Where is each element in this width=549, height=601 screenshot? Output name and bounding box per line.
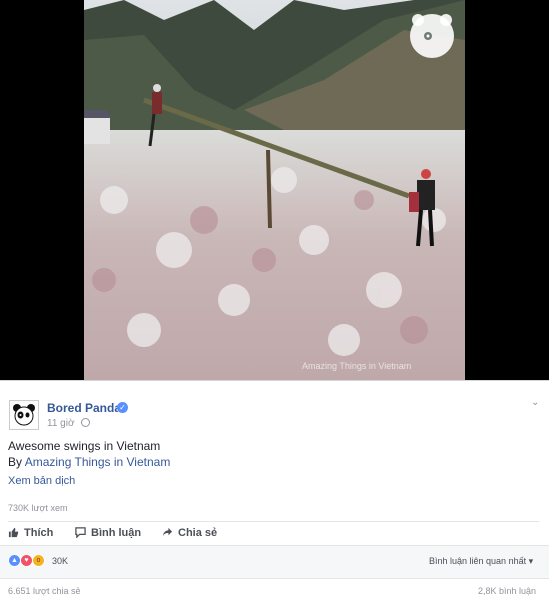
post-time[interactable]: 11 giờ	[47, 418, 75, 429]
video-player[interactable]: Amazing Things in Vietnam	[0, 0, 549, 380]
post-meta: 11 giờ	[47, 418, 91, 429]
comment-count[interactable]: 2,8K bình luận	[478, 586, 536, 596]
share-button[interactable]: Chia sẻ	[162, 527, 217, 539]
panda-avatar-icon	[13, 404, 35, 426]
like-icon	[8, 527, 19, 538]
comment-sort-dropdown[interactable]: Bình luận liên quan nhất ▾	[429, 556, 533, 567]
view-count: 730K lượt xem	[8, 503, 68, 513]
video-watermark: Amazing Things in Vietnam	[302, 361, 411, 371]
chevron-down-icon[interactable]: ⌄	[531, 397, 539, 408]
wow-reaction-icon: o	[32, 554, 45, 567]
share-icon	[162, 527, 173, 537]
share-label: Chia sẻ	[178, 527, 218, 539]
attribution-prefix: By	[8, 455, 25, 469]
post-text: Awesome swings in Vietnam	[8, 439, 161, 453]
divider	[0, 578, 549, 579]
divider	[8, 521, 539, 522]
comment-button[interactable]: Bình luận	[75, 527, 141, 539]
verified-icon: ✓	[117, 402, 128, 413]
share-count[interactable]: 6.651 lượt chia sẻ	[8, 586, 80, 596]
comment-label: Bình luận	[91, 527, 142, 539]
attribution-link[interactable]: Amazing Things in Vietnam	[25, 455, 171, 469]
panda-logo-icon	[410, 14, 454, 58]
video-frame: Amazing Things in Vietnam	[84, 0, 465, 380]
see-translation-link[interactable]: Xem bản dịch	[8, 475, 75, 487]
globe-icon	[81, 418, 91, 427]
like-button[interactable]: Thích	[8, 527, 53, 539]
reaction-count: 30K	[52, 555, 69, 566]
page-name[interactable]: Bored Panda	[47, 401, 121, 415]
reaction-summary[interactable]: ▲ ♥ o 30K	[8, 554, 68, 567]
like-label: Thích	[24, 527, 54, 539]
avatar[interactable]	[9, 400, 39, 430]
post-attribution: By Amazing Things in Vietnam	[8, 455, 170, 469]
comment-icon	[75, 527, 86, 538]
